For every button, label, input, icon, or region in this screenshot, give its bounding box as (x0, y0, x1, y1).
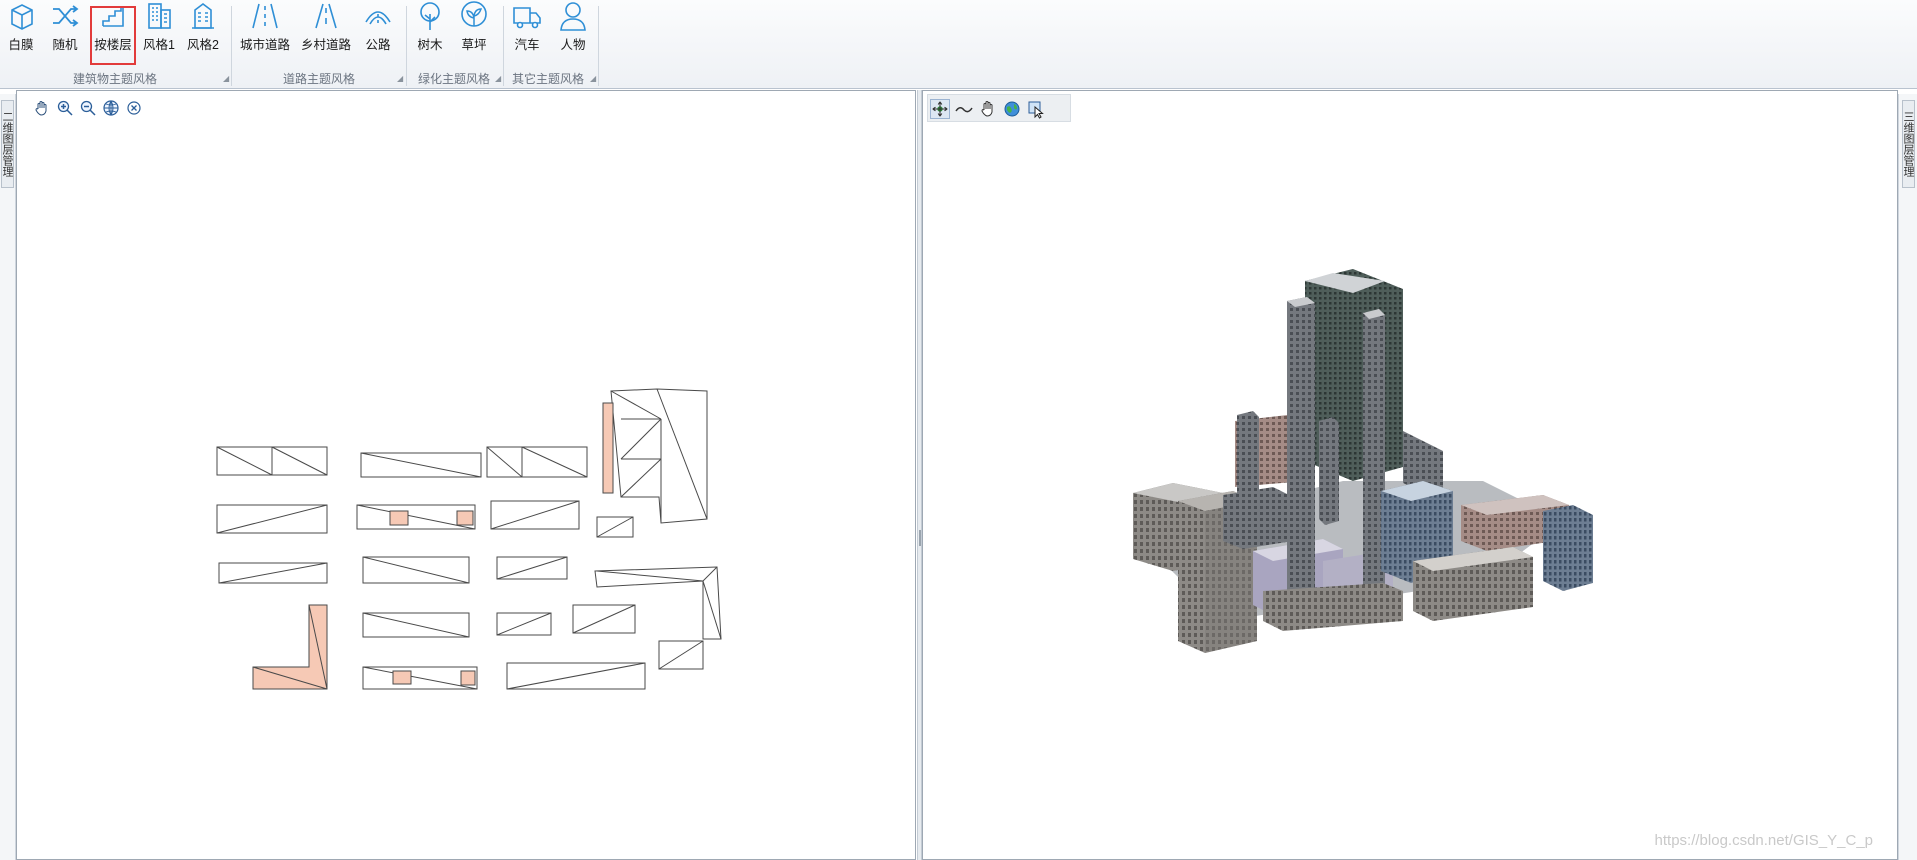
group-separator (598, 6, 599, 86)
building-icon (148, 3, 171, 29)
country-road-label: 乡村道路 (300, 38, 351, 52)
globe-icon[interactable] (1002, 99, 1022, 119)
city-road-icon (252, 3, 278, 29)
building-footprint[interactable] (594, 566, 722, 640)
left-side-rail: 二维图层管理 (0, 94, 16, 860)
building-footprint[interactable] (602, 388, 708, 524)
layer-3d-manager-tab[interactable]: 三维图层管理 (1902, 100, 1915, 188)
office-tower-icon (192, 3, 214, 29)
white-model-label: 白膜 (8, 38, 34, 52)
building-footprint[interactable] (216, 504, 328, 534)
city-road-button[interactable]: 城市道路 (238, 0, 292, 60)
fly-path-icon[interactable] (954, 99, 974, 119)
road-style-group-label: 道路主题风格 (282, 72, 355, 86)
building-style-group-label: 建筑物主题风格 (72, 72, 157, 86)
building-footprint[interactable] (572, 604, 636, 634)
building-footprint[interactable] (496, 612, 552, 636)
layer-2d-manager-tab[interactable]: 二维图层管理 (1, 100, 14, 188)
building-footprint-shaded[interactable] (252, 604, 328, 690)
cube-icon (11, 4, 33, 30)
random-button[interactable]: 随机 (46, 0, 84, 60)
building-footprint[interactable] (362, 612, 470, 638)
trees-button[interactable]: 树木 (412, 0, 448, 60)
style2-button[interactable]: 风格2 (184, 0, 222, 60)
clear-icon[interactable] (125, 99, 143, 117)
building-footprint[interactable] (596, 516, 634, 538)
building-footprint[interactable] (216, 446, 328, 476)
building-footprint[interactable] (496, 556, 568, 580)
group-separator (231, 6, 232, 86)
zoom-in-icon[interactable] (56, 99, 74, 117)
scene-3d-toolbar (927, 94, 1071, 122)
lawn-label: 草坪 (461, 38, 487, 52)
car-label: 汽车 (514, 38, 540, 52)
pan-hand-icon[interactable] (33, 99, 51, 117)
highway-label: 公路 (365, 38, 391, 52)
shuffle-icon (53, 5, 79, 27)
highway-icon (365, 11, 391, 25)
building-3d[interactable] (1263, 583, 1403, 631)
group-launcher-icon[interactable]: ◢ (397, 75, 404, 83)
building-footprint[interactable] (356, 504, 476, 530)
building-footprint[interactable] (362, 556, 470, 584)
person-button[interactable]: 人物 (554, 0, 592, 60)
lawn-button[interactable]: 草坪 (456, 0, 492, 60)
zoom-out-icon[interactable] (79, 99, 97, 117)
trees-label: 树木 (417, 38, 443, 52)
building-footprint[interactable] (362, 666, 478, 690)
truck-icon (513, 7, 541, 29)
country-road-button[interactable]: 乡村道路 (298, 0, 354, 60)
full-extent-globe-icon[interactable] (102, 99, 120, 117)
splitter-grip[interactable] (919, 530, 921, 546)
group-launcher-icon[interactable]: ◢ (590, 75, 597, 83)
building-3d-tower[interactable] (1319, 417, 1339, 525)
right-side-rail: 三维图层管理 (1898, 94, 1917, 860)
building-3d-tower[interactable] (1287, 297, 1315, 599)
car-button[interactable]: 汽车 (508, 0, 546, 60)
building-footprint[interactable] (360, 452, 482, 478)
pan-hand-icon[interactable] (978, 99, 998, 119)
greening-style-group-label: 绿化主题风格 (417, 72, 490, 86)
scene-3d-view[interactable]: https://blog.csdn.net/GIS_Y_C_p (922, 90, 1898, 860)
random-label: 随机 (52, 38, 78, 52)
country-road-icon (315, 3, 337, 29)
building-footprint[interactable] (486, 446, 588, 478)
other-style-group-label: 其它主题风格 (511, 72, 584, 86)
selected-button-highlight (90, 6, 136, 65)
white-model-button[interactable]: 白膜 (2, 0, 40, 60)
map-2d-view[interactable] (16, 90, 916, 860)
building-3d[interactable] (1543, 505, 1593, 591)
building-footprint[interactable] (490, 500, 580, 530)
person-label: 人物 (560, 38, 586, 52)
building-footprint[interactable] (506, 662, 646, 690)
style1-label: 风格1 (143, 38, 175, 52)
ribbon-toolbar: 白膜 随机 按楼层 风格1 风格2 建筑物主题风格 ◢ 城市道路 乡村道路 公路… (0, 0, 1917, 89)
style2-label: 风格2 (187, 38, 219, 52)
navigate-icon[interactable] (930, 99, 950, 119)
watermark-text: https://blog.csdn.net/GIS_Y_C_p (1654, 832, 1873, 849)
building-footprint[interactable] (658, 640, 704, 670)
highway-button[interactable]: 公路 (360, 0, 396, 60)
city-road-label: 城市道路 (239, 38, 290, 52)
group-launcher-icon[interactable]: ◢ (223, 75, 230, 83)
building-footprints-layer (216, 388, 722, 690)
city-3d-model (1133, 269, 1593, 653)
style1-button[interactable]: 风格1 (140, 0, 178, 60)
building-3d-tower[interactable] (1237, 411, 1259, 525)
group-launcher-icon[interactable]: ◢ (495, 75, 502, 83)
tree-icon (420, 2, 440, 30)
select-icon[interactable] (1026, 99, 1046, 119)
building-footprint[interactable] (218, 562, 328, 584)
person-icon (560, 2, 586, 31)
sprout-icon (461, 1, 487, 27)
